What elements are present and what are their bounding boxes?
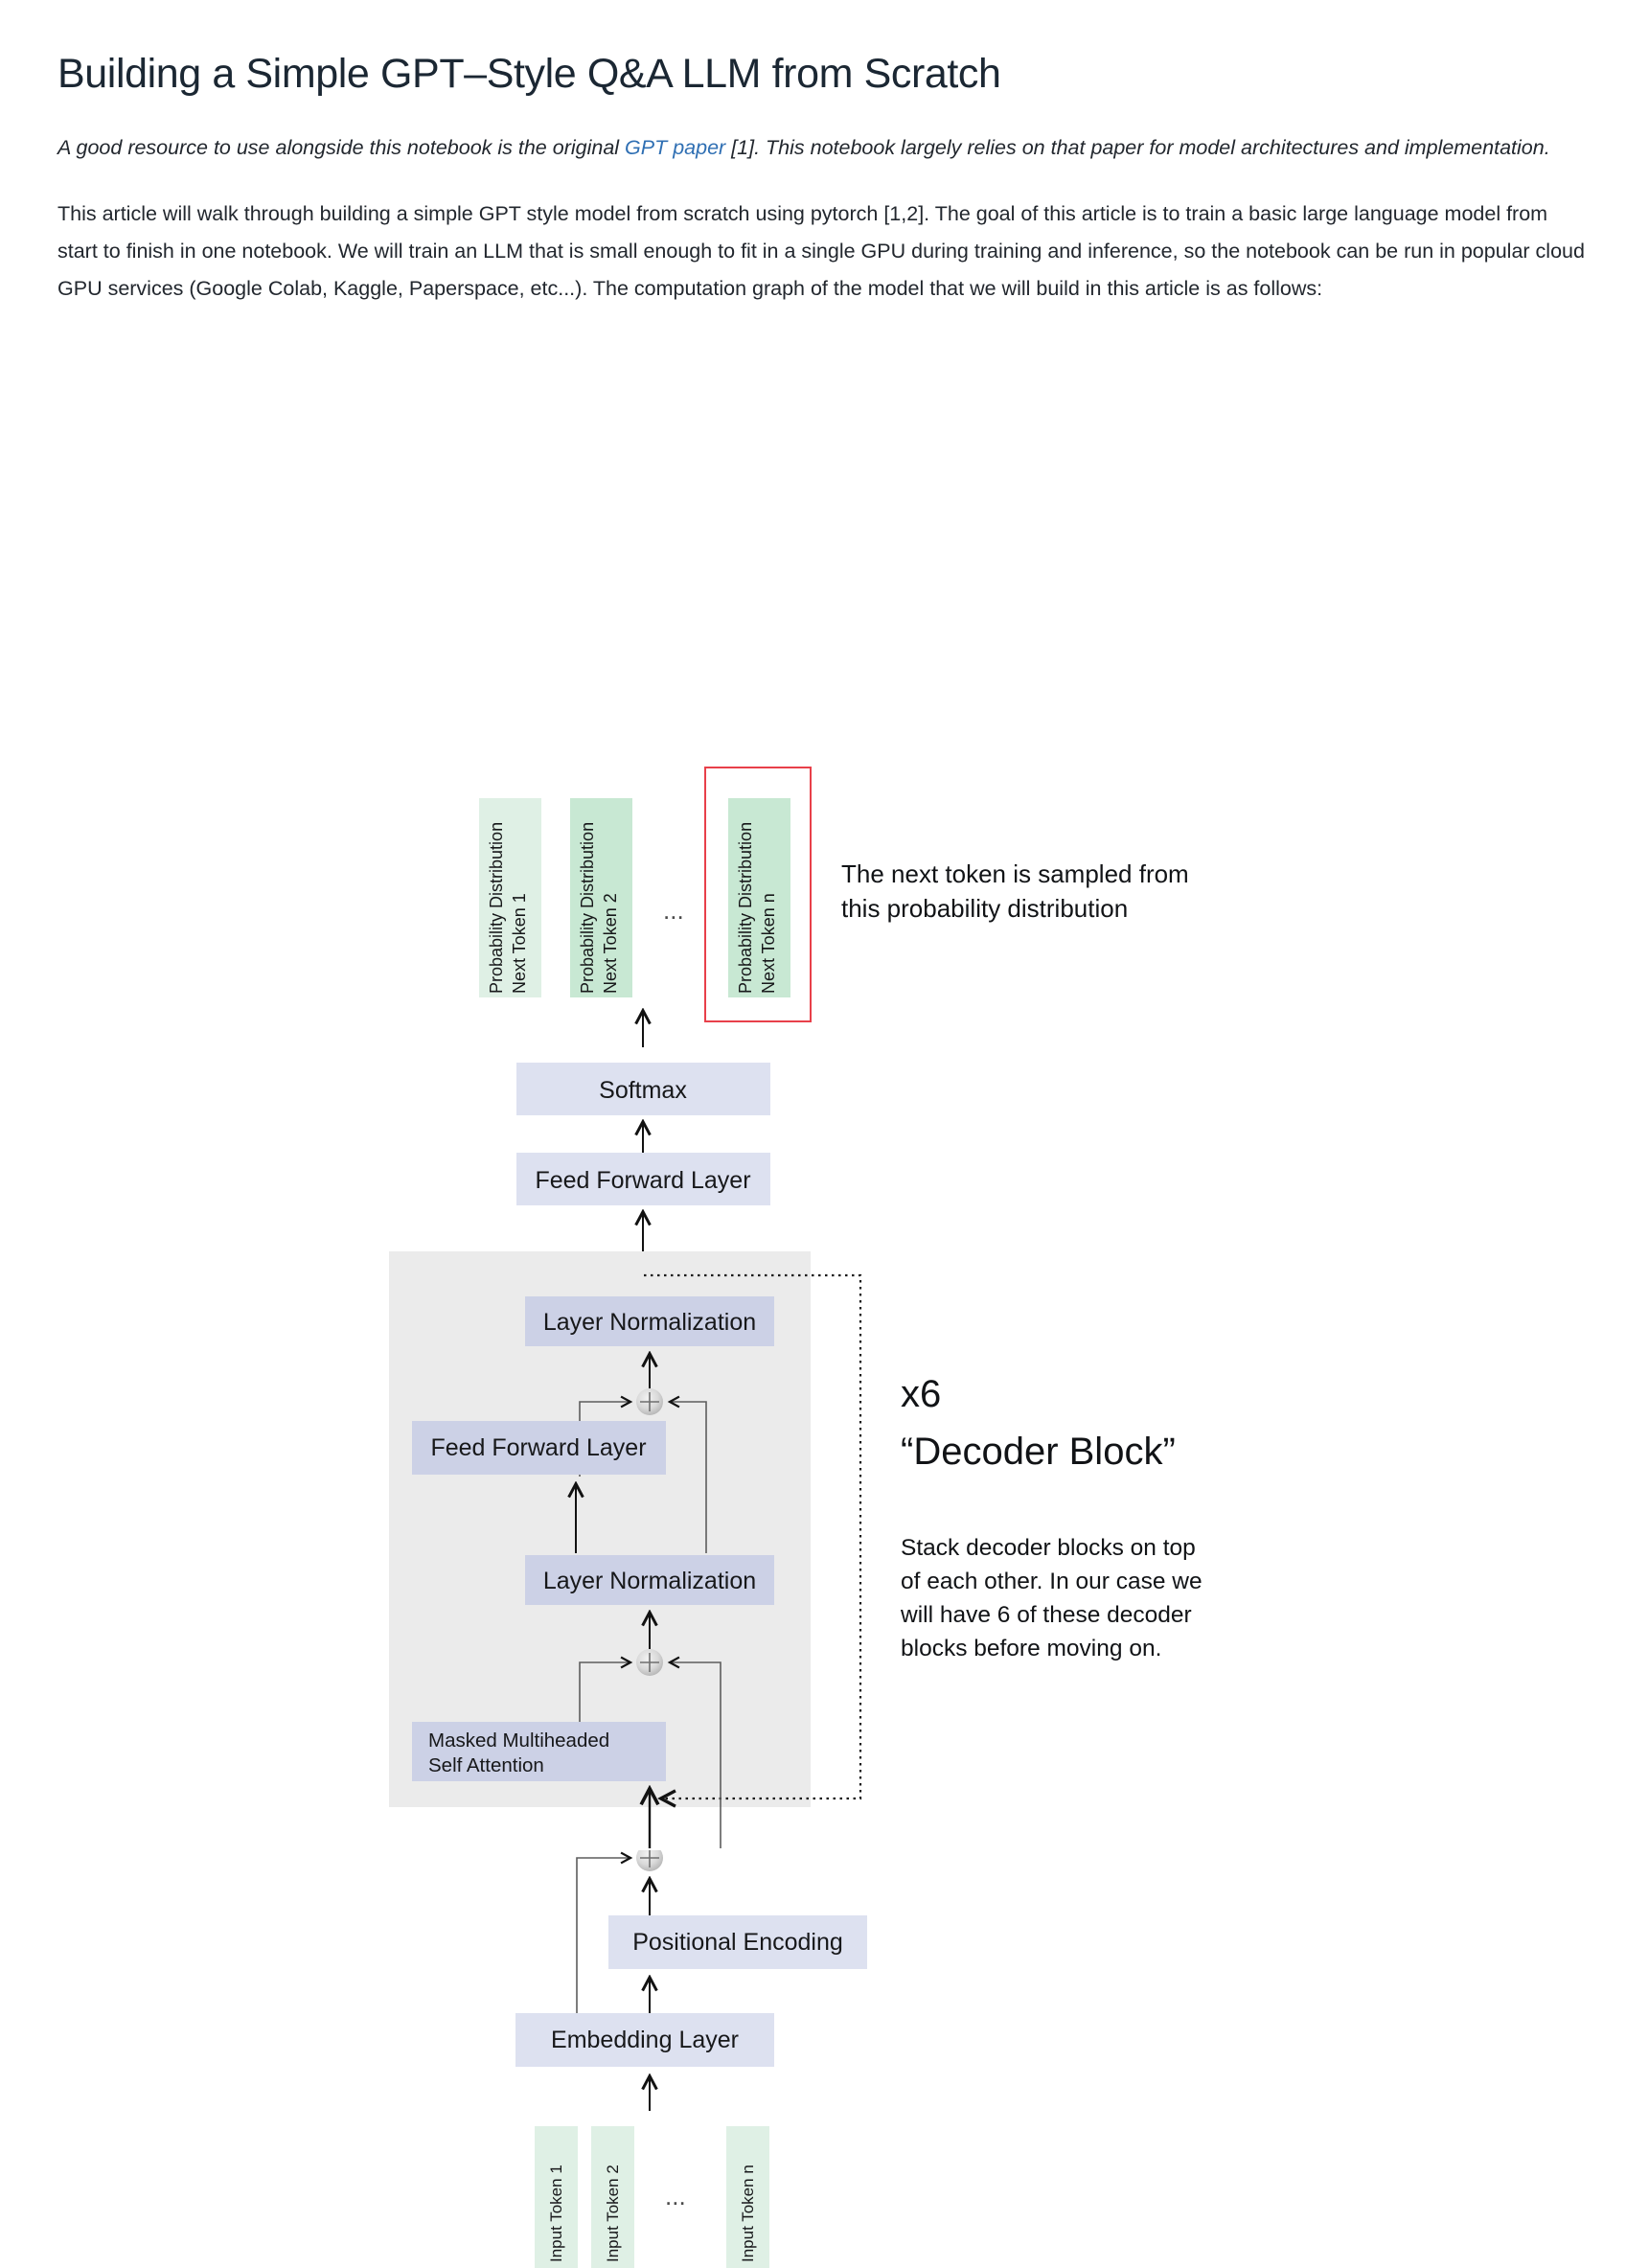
repeat-note-line1: Stack decoder blocks on top [901,1535,1196,1561]
softmax-label: Softmax [599,1077,687,1104]
masked-self-attention-line1: Masked Multiheaded [428,1730,609,1752]
output-token-1-line1: Probability Distribution [487,822,506,994]
sampling-note-line2: this probability distribution [841,894,1128,923]
input-token-2: Input Token 2 [591,2125,634,2268]
repeat-title-label: “Decoder Block” [901,1431,1176,1473]
input-sum-node [636,1849,663,1871]
gpt-paper-link[interactable]: GPT paper [625,136,725,159]
lede-paragraph: A good resource to use alongside this no… [57,131,1552,165]
output-token-1: Probability Distribution Next Token 1 [479,797,541,997]
output-token-2-line1: Probability Distribution [578,822,597,994]
repeat-note-line2: of each other. In our case we [901,1569,1202,1594]
input-token-n: Input Token n [726,2125,769,2268]
masked-self-attention-line2: Self Attention [428,1754,544,1776]
lede-text-after: [1]. This notebook largely relies on tha… [725,135,1550,159]
sampling-note-line1: The next token is sampled from [841,859,1189,888]
output-token-n-line1: Probability Distribution [736,822,755,994]
input-token-n-label: Input Token n [739,2165,757,2262]
positional-encoding-box: Positional Encoding [608,1914,867,1969]
repeat-note-line3: will have 6 of these decoder [900,1602,1192,1628]
output-token-2: Probability Distribution Next Token 2 [570,797,632,997]
repeat-count-label: x6 [901,1373,941,1415]
final-feed-forward-box: Feed Forward Layer [516,1152,770,1205]
masked-self-attention-box: Masked Multiheaded Self Attention [412,1721,666,1781]
decoder-layer-norm-top: Layer Normalization [525,1295,774,1346]
input-token-2-label: Input Token 2 [604,2165,622,2262]
repeat-note-line4: blocks before moving on. [901,1636,1161,1661]
input-token-1-label: Input Token 1 [547,2165,565,2262]
decoder-layer-norm-top-label: Layer Normalization [543,1309,756,1336]
input-token-1: Input Token 1 [535,2125,578,2268]
page-root: Building a Simple GPT–Style Q&A LLM from… [0,0,1649,2268]
positional-encoding-label: Positional Encoding [632,1929,843,1956]
input-ellipsis: ... [665,2182,686,2211]
residual-add-lower [636,1648,663,1676]
page-title: Building a Simple GPT–Style Q&A LLM from… [57,51,1001,97]
embedding-layer-label: Embedding Layer [551,2027,739,2053]
softmax-box: Softmax [516,1062,770,1115]
article-body: Building a Simple GPT–Style Q&A LLM from… [0,0,1649,308]
output-token-1-line2: Next Token 1 [510,893,529,994]
final-feed-forward-label: Feed Forward Layer [535,1167,750,1194]
decoder-layer-norm-bottom: Layer Normalization [525,1554,774,1605]
residual-add-upper [636,1387,663,1415]
output-token-2-line2: Next Token 2 [601,893,620,994]
intro-paragraph: This article will walk through building … [57,201,1585,300]
output-token-n-line2: Next Token n [759,893,778,994]
decoder-layer-norm-bottom-label: Layer Normalization [543,1568,756,1594]
lede-text-before: A good resource to use alongside this no… [57,135,626,159]
architecture-diagram: Probability Distribution Next Token 1 Pr… [0,317,1649,2268]
decoder-feed-forward-box: Feed Forward Layer [412,1420,666,1475]
decoder-feed-forward-label: Feed Forward Layer [430,1434,646,1461]
output-token-n: Probability Distribution Next Token n [728,797,790,997]
embedding-layer-box: Embedding Layer [515,2012,774,2067]
output-ellipsis: ... [663,896,684,925]
